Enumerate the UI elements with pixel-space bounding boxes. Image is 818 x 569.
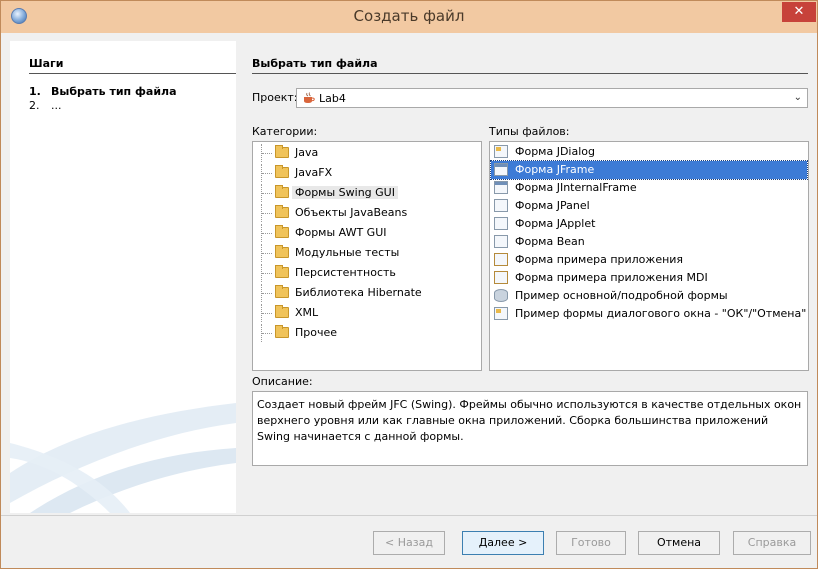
category-item[interactable]: Формы AWT GUI — [261, 224, 471, 242]
category-item[interactable]: Персистентность — [261, 264, 471, 282]
finish-button[interactable]: Готово — [556, 531, 626, 555]
folder-icon — [275, 265, 289, 278]
category-item[interactable]: Модульные тесты — [261, 244, 471, 262]
category-label: Java — [295, 146, 319, 159]
project-value: Lab4 — [319, 92, 346, 105]
sample-app-form-icon — [494, 253, 508, 266]
category-label: Формы AWT GUI — [295, 226, 387, 239]
project-label: Проект: — [252, 91, 298, 104]
jpanel-form-icon — [494, 199, 508, 212]
title-divider — [252, 73, 808, 74]
new-file-dialog: Создать файл ✕ Шаги 1. Выбрать тип файла … — [0, 0, 818, 569]
description-text: Создает новый фрейм JFC (Swing). Фреймы … — [252, 391, 808, 466]
ok-cancel-dialog-icon — [494, 307, 508, 320]
file-type-label: Пример формы диалогового окна - "ОК"/"От… — [515, 307, 807, 320]
jinternalframe-form-icon — [494, 181, 508, 194]
step-number: 1. — [29, 85, 41, 98]
file-type-item[interactable]: Форма JDialog — [491, 143, 807, 161]
file-type-label: Форма JApplet — [515, 217, 596, 230]
file-type-item[interactable]: Форма примера приложения — [491, 251, 807, 269]
step-2: 2.... — [29, 99, 62, 112]
file-type-item[interactable]: Форма Bean — [491, 233, 807, 251]
category-label: XML — [295, 306, 319, 319]
steps-panel: Шаги 1. Выбрать тип файла 2.... — [10, 41, 236, 513]
folder-icon — [275, 185, 289, 198]
category-item[interactable]: Библиотека Hibernate — [261, 284, 471, 302]
jframe-form-icon — [494, 163, 508, 176]
file-type-item-selected[interactable]: Форма JFrame — [490, 160, 808, 180]
file-type-label: Форма примера приложения — [515, 253, 684, 266]
file-types-list[interactable]: Форма JDialog Форма JFrame Форма JIntern… — [489, 141, 809, 371]
file-type-item[interactable]: Пример основной/подробной формы — [491, 287, 807, 305]
file-type-label: Форма JFrame — [515, 163, 595, 176]
footer-divider — [1, 515, 817, 516]
category-label: Формы Swing GUI — [292, 186, 398, 199]
file-type-label: Форма Bean — [515, 235, 585, 248]
folder-icon — [275, 165, 289, 178]
category-label: Модульные тесты — [295, 246, 400, 259]
steps-divider — [29, 73, 236, 74]
page-title: Выбрать тип файла — [252, 57, 378, 70]
japplet-form-icon — [494, 217, 508, 230]
cancel-button[interactable]: Отмена — [638, 531, 720, 555]
file-type-label: Форма JPanel — [515, 199, 590, 212]
category-label: Объекты JavaBeans — [295, 206, 408, 219]
category-item[interactable]: Прочее — [261, 324, 471, 342]
chevron-down-icon[interactable]: ⌄ — [794, 92, 802, 103]
file-type-item[interactable]: Форма JApplet — [491, 215, 807, 233]
folder-icon — [275, 145, 289, 158]
window-title: Создать файл — [353, 7, 465, 25]
category-item[interactable]: Java — [261, 144, 471, 162]
folder-icon — [275, 325, 289, 338]
file-type-label: Форма примера приложения MDI — [515, 271, 708, 284]
sample-mdi-app-form-icon — [494, 271, 508, 284]
categories-label: Категории: — [252, 125, 318, 138]
category-item[interactable]: XML — [261, 304, 471, 322]
folder-icon — [275, 305, 289, 318]
database-icon — [494, 289, 508, 302]
file-type-item[interactable]: Пример формы диалогового окна - "ОК"/"От… — [491, 305, 807, 323]
step-number: 2. — [29, 99, 40, 112]
category-item[interactable]: Объекты JavaBeans — [261, 204, 471, 222]
back-button[interactable]: < Назад — [373, 531, 445, 555]
file-type-item[interactable]: Форма JPanel — [491, 197, 807, 215]
category-label: Персистентность — [295, 266, 396, 279]
file-type-label: Форма JInternalFrame — [515, 181, 637, 194]
close-button[interactable]: ✕ — [782, 2, 816, 22]
help-button[interactable]: Справка — [733, 531, 811, 555]
folder-icon — [275, 205, 289, 218]
category-label: Библиотека Hibernate — [295, 286, 422, 299]
file-type-item[interactable]: Форма примера приложения MDI — [491, 269, 807, 287]
title-bar[interactable]: Создать файл ✕ — [1, 1, 817, 33]
category-label: JavaFX — [295, 166, 333, 179]
decorative-swoosh — [10, 403, 236, 513]
step-label: Выбрать тип файла — [51, 85, 177, 98]
file-type-label: Форма JDialog — [515, 145, 595, 158]
description-label: Описание: — [252, 375, 313, 388]
folder-icon — [275, 245, 289, 258]
jdialog-form-icon — [494, 145, 508, 158]
steps-title: Шаги — [29, 57, 64, 70]
next-button[interactable]: Далее > — [462, 531, 544, 555]
categories-list[interactable]: Java JavaFX Формы Swing GUI Объекты Java… — [252, 141, 482, 371]
project-select[interactable]: Lab4 ⌄ — [296, 88, 808, 108]
file-type-label: Пример основной/подробной формы — [515, 289, 728, 302]
file-types-label: Типы файлов: — [489, 125, 570, 138]
file-type-item[interactable]: Форма JInternalFrame — [491, 179, 807, 197]
category-item[interactable]: JavaFX — [261, 164, 471, 182]
java-cup-icon — [304, 92, 315, 103]
category-label: Прочее — [295, 326, 338, 339]
category-item-selected[interactable]: Формы Swing GUI — [261, 184, 471, 202]
folder-icon — [275, 225, 289, 238]
main-panel: Выбрать тип файла Проект: Lab4 ⌄ Категор… — [239, 41, 817, 513]
folder-icon — [275, 285, 289, 298]
step-label: ... — [51, 99, 62, 112]
bean-form-icon — [494, 235, 508, 248]
step-1: 1. Выбрать тип файла — [29, 85, 177, 98]
